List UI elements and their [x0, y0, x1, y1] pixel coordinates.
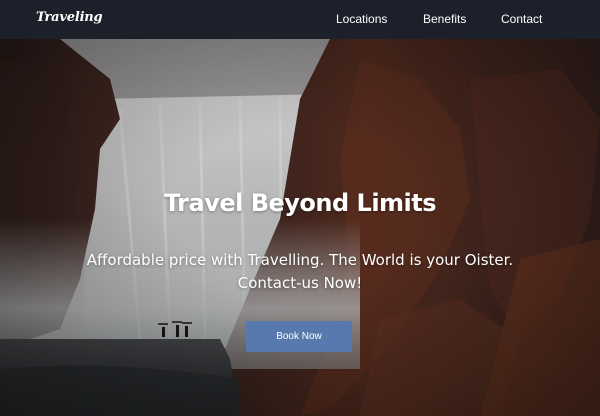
navbar: Traveling Locations Benefits Contact: [0, 0, 600, 39]
nav-link-contact[interactable]: Contact: [501, 12, 542, 26]
book-now-button[interactable]: Book Now: [246, 321, 352, 352]
hero-background-image: [0, 39, 600, 416]
hero-title: Travel Beyond Limits: [163, 189, 437, 217]
brand-logo[interactable]: Traveling: [36, 10, 103, 25]
nav-link-locations[interactable]: Locations: [336, 12, 387, 26]
hero-section: Travel Beyond Limits Affordable price wi…: [0, 39, 600, 416]
hero-subtitle: Affordable price with Travelling. The Wo…: [86, 251, 514, 292]
nav-link-benefits[interactable]: Benefits: [423, 12, 466, 26]
